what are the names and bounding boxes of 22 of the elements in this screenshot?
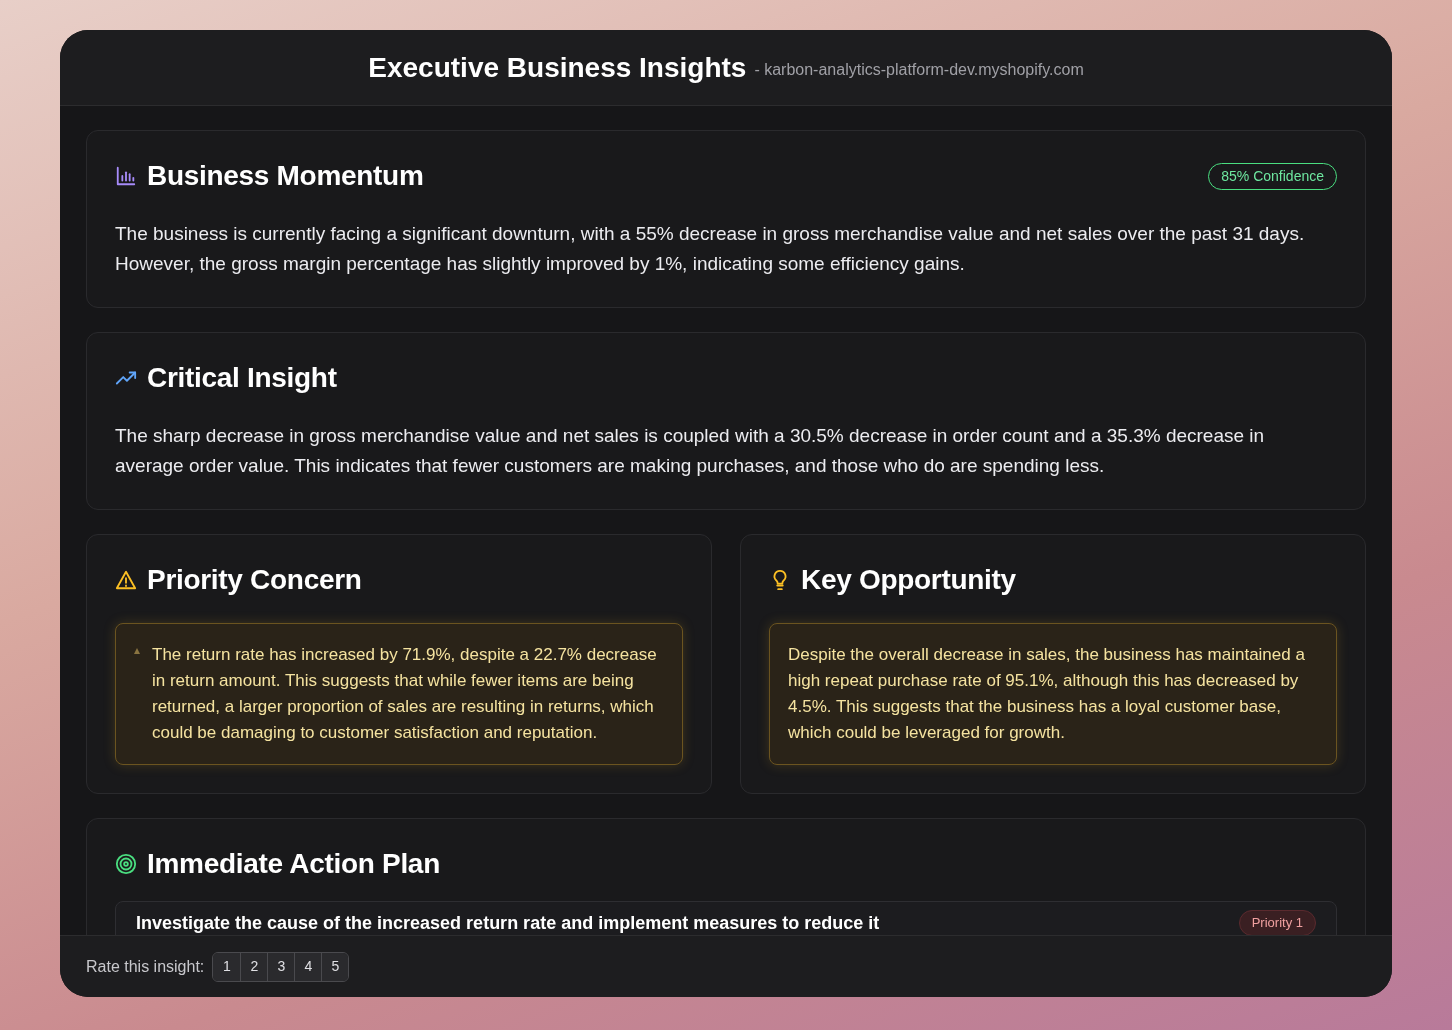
- warning-icon: [115, 569, 137, 591]
- rating-button[interactable]: 5: [321, 952, 349, 981]
- callout-text: The return rate has increased by 71.9%, despite a 22.7% decrease in return amount. This suggests that while fewer items are being returned, a larger proportion of sales are resulting in returns, which could be damaging to customer satisfaction and reputation.: [152, 644, 658, 744]
- rating-button[interactable]: 3: [267, 952, 295, 981]
- target-icon: [115, 853, 137, 875]
- section-title: Key Opportunity: [801, 563, 1016, 597]
- callout-text: Despite the overall decrease in sales, the business has maintained a high repeat purchase rate of 95.1%, although this has decreased by 4.5%. This suggests that the business has a loyal customer base, which could be leveraged for growth.: [788, 644, 1306, 744]
- section-title: Critical Insight: [147, 361, 337, 395]
- rating-button[interactable]: 2: [240, 952, 268, 981]
- bar-chart-icon: [115, 165, 137, 187]
- section-title: Priority Concern: [147, 563, 362, 597]
- rating-button[interactable]: 1: [213, 952, 241, 981]
- insight-text: The sharp decrease in gross merchandise value and net sales is coupled with a 30.5% decrease in order count and a 35.3% decrease in average order value. This indicates that fewer customers are making purchases, and those who do are spending less.: [115, 424, 1266, 478]
- action-text: Investigate the cause of the increased return rate and implement measures to reduce it: [136, 912, 880, 935]
- insight-text: The business is currently facing a significant downturn, with a 55% decrease in gross merchandise value and net sales over the past 31 days. However, the gross margin percentage has slightly improved by 1%, indicating some efficiency gains.: [115, 222, 1306, 276]
- dialog-title: Executive Business Insights: [368, 50, 747, 85]
- rating-button[interactable]: 4: [294, 952, 322, 981]
- section-title: Business Momentum: [147, 159, 424, 193]
- store-domain: - karbon-analytics-platform-dev.myshopify.com: [754, 59, 1084, 80]
- priority-badge: Priority 1: [1238, 910, 1316, 935]
- section-title: Immediate Action Plan: [147, 847, 440, 881]
- rating-label: Rate this insight:: [86, 956, 205, 977]
